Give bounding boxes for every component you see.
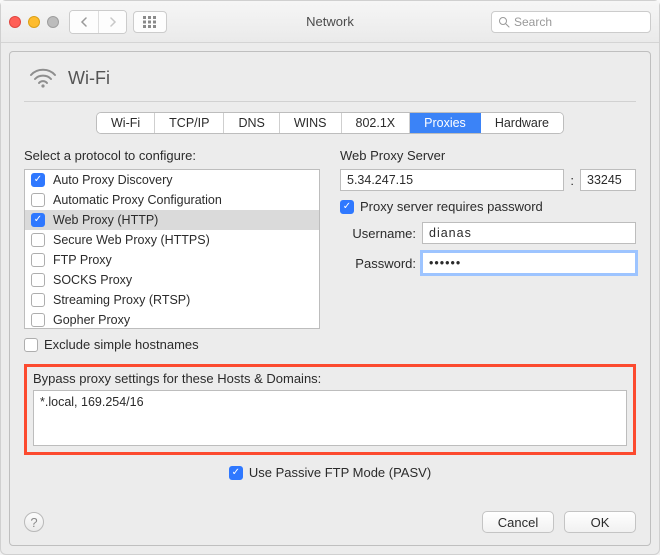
server-row: 5.34.247.15 : 33245 xyxy=(340,169,636,191)
username-label: Username: xyxy=(340,226,416,241)
password-input[interactable]: •••••• xyxy=(422,252,636,274)
window-controls xyxy=(9,16,59,28)
help-button[interactable]: ? xyxy=(24,512,44,532)
protocol-label: Automatic Proxy Configuration xyxy=(53,193,222,207)
tab-tcpip[interactable]: TCP/IP xyxy=(155,113,224,133)
protocol-row[interactable]: Secure Web Proxy (HTTPS) xyxy=(25,230,319,250)
tab-8021x[interactable]: 802.1X xyxy=(342,113,411,133)
exclude-label: Exclude simple hostnames xyxy=(44,337,199,352)
passive-ftp-checkbox[interactable] xyxy=(229,466,243,480)
protocol-checkbox[interactable] xyxy=(31,273,45,287)
minimize-icon[interactable] xyxy=(28,16,40,28)
interface-header: Wi-Fi xyxy=(28,66,636,91)
server-label: Web Proxy Server xyxy=(340,148,636,163)
protocol-label: Streaming Proxy (RTSP) xyxy=(53,293,190,307)
bypass-label: Bypass proxy settings for these Hosts & … xyxy=(33,371,627,386)
password-label: Password: xyxy=(340,256,416,271)
protocol-row[interactable]: Automatic Proxy Configuration xyxy=(25,190,319,210)
protocol-checkbox[interactable] xyxy=(31,253,45,267)
requires-password-label: Proxy server requires password xyxy=(360,199,543,214)
search-wrap: Search xyxy=(491,11,651,33)
protocol-label: Select a protocol to configure: xyxy=(24,148,320,163)
search-icon xyxy=(498,16,510,28)
nav-group xyxy=(69,10,127,34)
search-input[interactable]: Search xyxy=(491,11,651,33)
tabstrip: Wi-FiTCP/IPDNSWINS802.1XProxiesHardware xyxy=(24,112,636,134)
protocol-checkbox[interactable] xyxy=(31,293,45,307)
proxy-host-input[interactable]: 5.34.247.15 xyxy=(340,169,564,191)
protocol-list[interactable]: Auto Proxy Discovery Automatic Proxy Conf… xyxy=(24,169,320,329)
protocol-checkbox[interactable] xyxy=(31,213,45,227)
interface-name: Wi-Fi xyxy=(68,68,110,89)
protocol-row[interactable]: Streaming Proxy (RTSP) xyxy=(25,290,319,310)
bypass-input[interactable]: *.local, 169.254/16 xyxy=(33,390,627,446)
search-placeholder: Search xyxy=(514,15,552,29)
protocol-row[interactable]: Web Proxy (HTTP) xyxy=(25,210,319,230)
passive-ftp-row[interactable]: Use Passive FTP Mode (PASV) xyxy=(24,465,636,480)
protocol-row[interactable]: SOCKS Proxy xyxy=(25,270,319,290)
zoom-icon xyxy=(47,16,59,28)
protocol-label: Gopher Proxy xyxy=(53,313,130,327)
left-column: Select a protocol to configure: Auto Pro… xyxy=(24,148,320,352)
divider xyxy=(24,101,636,102)
footer: ? Cancel OK xyxy=(24,501,636,533)
protocol-checkbox[interactable] xyxy=(31,313,45,327)
username-input[interactable]: dianas xyxy=(422,222,636,244)
protocol-row[interactable]: FTP Proxy xyxy=(25,250,319,270)
protocol-checkbox[interactable] xyxy=(31,193,45,207)
tab-segment: Wi-FiTCP/IPDNSWINS802.1XProxiesHardware xyxy=(96,112,564,134)
ok-button[interactable]: OK xyxy=(564,511,636,533)
show-all-button[interactable] xyxy=(133,11,167,33)
footer-buttons: Cancel OK xyxy=(482,511,636,533)
titlebar: Network Search xyxy=(1,1,659,43)
sheet: Wi-Fi Wi-FiTCP/IPDNSWINS802.1XProxiesHar… xyxy=(9,51,651,546)
network-prefs-window: Network Search Wi-Fi Wi-FiTCP/IPDNSWINS8… xyxy=(0,0,660,555)
port-separator: : xyxy=(570,173,574,188)
requires-password-checkbox[interactable] xyxy=(340,200,354,214)
exclude-checkbox[interactable] xyxy=(24,338,38,352)
right-column: Web Proxy Server 5.34.247.15 : 33245 Pro… xyxy=(340,148,636,352)
username-row: Username: dianas xyxy=(340,222,636,244)
cancel-button[interactable]: Cancel xyxy=(482,511,554,533)
protocol-label: Web Proxy (HTTP) xyxy=(53,213,158,227)
password-row: Password: •••••• xyxy=(340,252,636,274)
wifi-icon xyxy=(28,66,58,91)
close-icon[interactable] xyxy=(9,16,21,28)
tab-proxies[interactable]: Proxies xyxy=(410,113,481,133)
protocol-checkbox[interactable] xyxy=(31,173,45,187)
tab-wifi[interactable]: Wi-Fi xyxy=(97,113,155,133)
proxy-port-input[interactable]: 33245 xyxy=(580,169,636,191)
protocol-label: Auto Proxy Discovery xyxy=(53,173,172,187)
protocol-row[interactable]: Auto Proxy Discovery xyxy=(25,170,319,190)
protocol-checkbox[interactable] xyxy=(31,233,45,247)
protocol-label: Secure Web Proxy (HTTPS) xyxy=(53,233,210,247)
exclude-row[interactable]: Exclude simple hostnames xyxy=(24,337,320,352)
tab-dns[interactable]: DNS xyxy=(224,113,279,133)
protocol-label: FTP Proxy xyxy=(53,253,112,267)
bypass-highlight: Bypass proxy settings for these Hosts & … xyxy=(24,364,636,455)
tab-wins[interactable]: WINS xyxy=(280,113,342,133)
passive-ftp-label: Use Passive FTP Mode (PASV) xyxy=(249,465,431,480)
tab-hardware[interactable]: Hardware xyxy=(481,113,563,133)
requires-password-row[interactable]: Proxy server requires password xyxy=(340,199,636,214)
protocol-row[interactable]: Gopher Proxy xyxy=(25,310,319,329)
protocol-label: SOCKS Proxy xyxy=(53,273,132,287)
body: Select a protocol to configure: Auto Pro… xyxy=(24,148,636,352)
forward-button[interactable] xyxy=(98,11,126,33)
back-button[interactable] xyxy=(70,11,98,33)
